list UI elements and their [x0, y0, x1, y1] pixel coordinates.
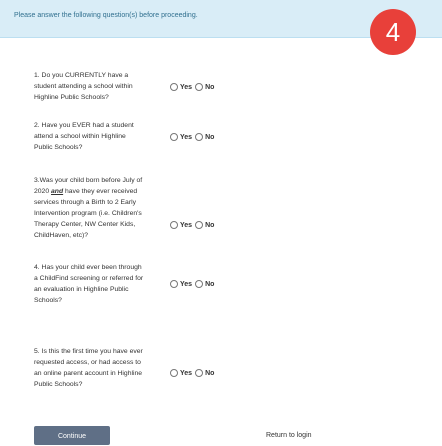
radio-icon[interactable] [170, 83, 178, 91]
yes-label: Yes [180, 280, 193, 288]
yes-label: Yes [180, 221, 193, 229]
question-1-no-option[interactable]: No [195, 83, 214, 91]
question-3-no-option[interactable]: No [195, 221, 214, 229]
no-label: No [205, 83, 215, 91]
question-3-text-end: have they ever received services through… [34, 188, 142, 239]
radio-icon[interactable] [195, 83, 204, 91]
no-label: No [205, 133, 215, 141]
radio-icon[interactable] [195, 369, 204, 377]
question-1-options: Yes No [170, 83, 217, 91]
no-label: No [205, 221, 215, 229]
question-2-options: Yes No [170, 133, 217, 141]
banner-text: Please answer the following question(s) … [14, 12, 198, 19]
radio-icon[interactable] [170, 369, 178, 377]
step-number-badge: 4 [370, 9, 416, 55]
continue-button[interactable]: Continue [34, 426, 110, 445]
radio-icon[interactable] [195, 280, 204, 288]
no-label: No [205, 280, 215, 288]
question-4-yes-option[interactable]: Yes [170, 280, 192, 288]
question-4-text: 4. Has your child ever been through a Ch… [34, 264, 144, 304]
question-1-text: 1. Do you CURRENTLY have a student atten… [34, 72, 133, 101]
question-3-text: 3.Was your child born before July of 202… [34, 175, 146, 241]
question-5-yes-option[interactable]: Yes [170, 369, 192, 377]
yes-label: Yes [180, 369, 193, 377]
question-2-text: 2. Have you EVER had a student attend a … [34, 122, 134, 151]
question-3-yes-option[interactable]: Yes [170, 221, 192, 229]
question-4-options: Yes No [170, 280, 217, 288]
question-3-options: Yes No [170, 221, 217, 229]
radio-icon[interactable] [170, 133, 178, 141]
return-to-login-link[interactable]: Return to login [266, 432, 312, 439]
radio-icon[interactable] [195, 133, 204, 141]
yes-label: Yes [180, 83, 193, 91]
question-2-no-option[interactable]: No [195, 133, 214, 141]
yes-label: Yes [180, 133, 193, 141]
question-5-options: Yes No [170, 369, 217, 377]
radio-icon[interactable] [170, 221, 178, 229]
question-2-yes-option[interactable]: Yes [170, 133, 192, 141]
no-label: No [205, 369, 215, 377]
question-3-emphasis: and [51, 188, 64, 195]
radio-icon[interactable] [170, 280, 178, 288]
question-1-yes-option[interactable]: Yes [170, 83, 192, 91]
question-5-text: 5. Is this the first time you have ever … [34, 348, 143, 388]
question-5-no-option[interactable]: No [195, 369, 214, 377]
question-4-no-option[interactable]: No [195, 280, 214, 288]
radio-icon[interactable] [195, 221, 204, 229]
